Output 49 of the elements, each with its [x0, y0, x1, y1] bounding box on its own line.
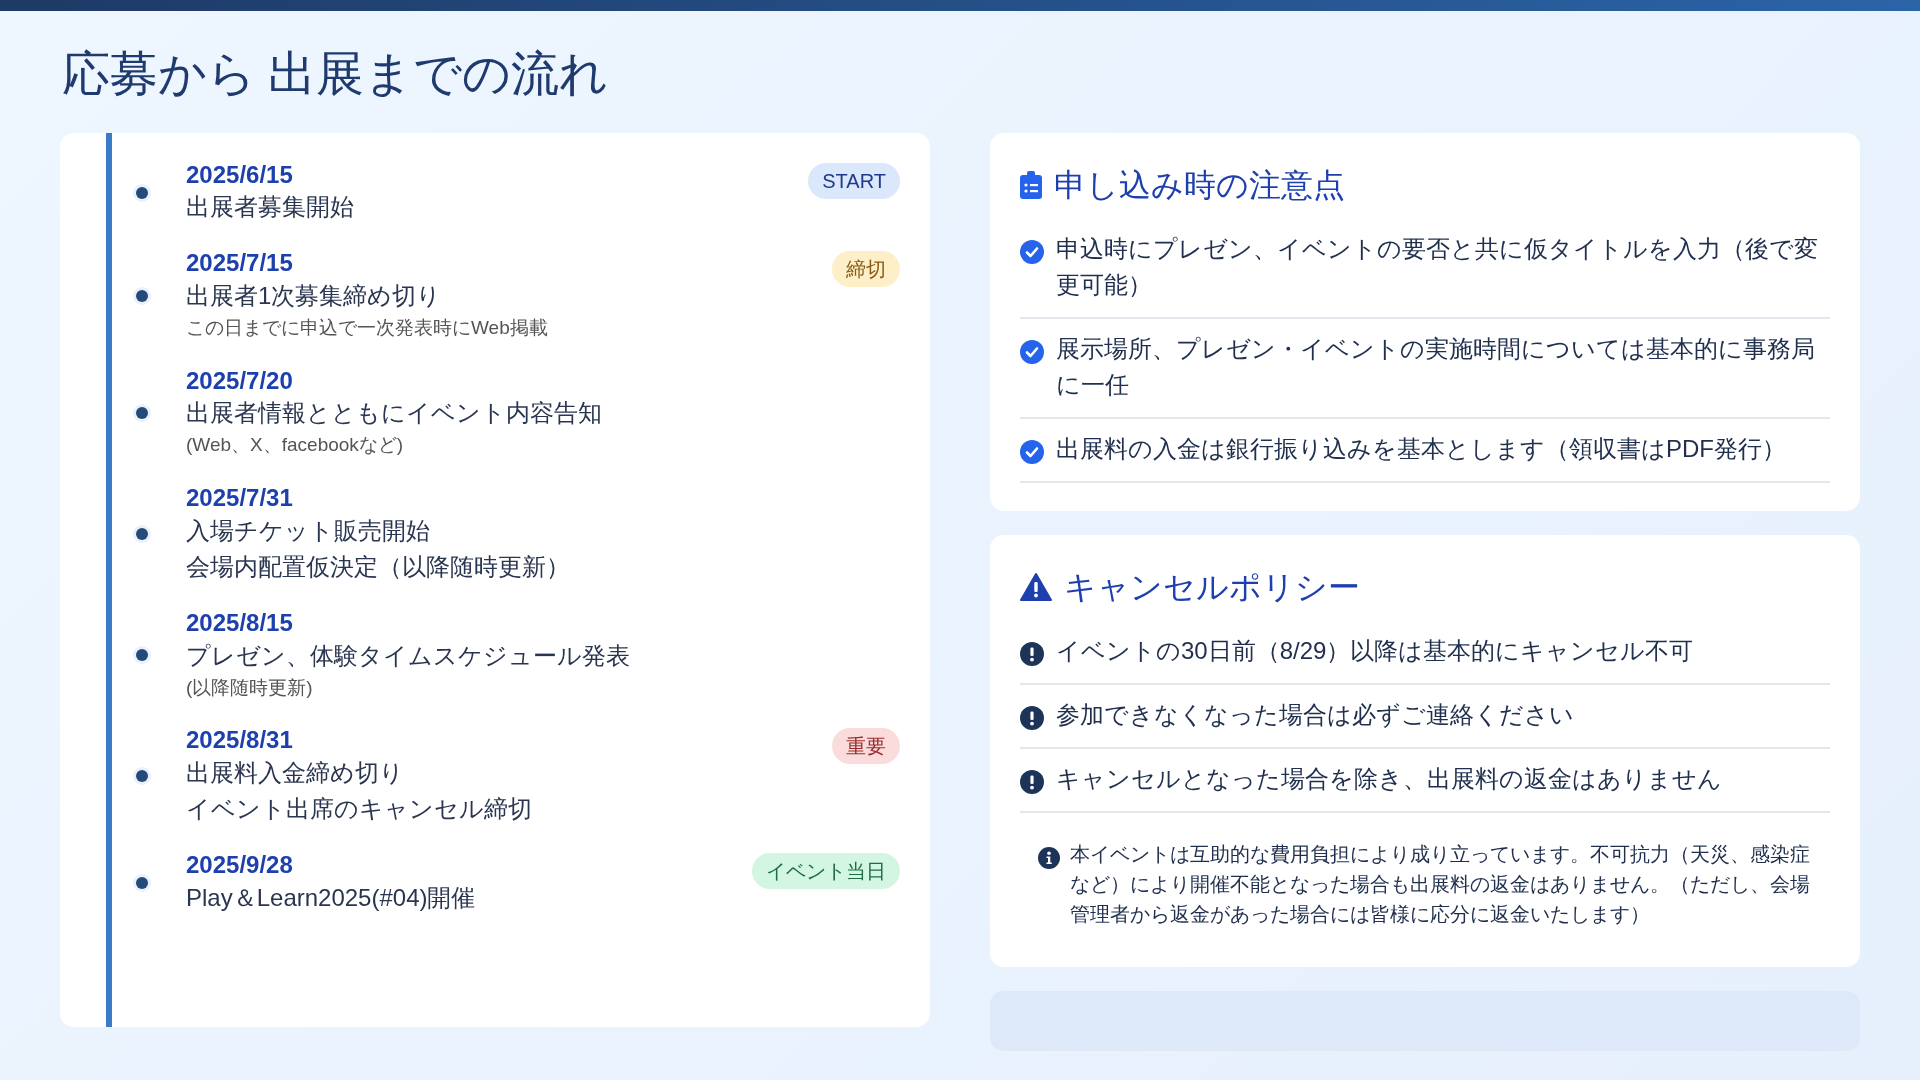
note-text: この日までに申込で一次発表時にWeb掲載	[186, 316, 549, 341]
milestone-text: 出展者募集開始	[186, 192, 355, 223]
date-text: 2025/7/15	[186, 249, 294, 279]
note-text: (以降随時更新)	[186, 675, 314, 700]
note-text: (Web、X、facebookなど)	[186, 433, 405, 458]
notice-text: 出展料の入金は銀行振り込みを基本とします（領収書はPDF発行）	[1056, 433, 1786, 464]
milestone-text: 出展者1次募集締め切り	[186, 281, 443, 312]
date-text: 2025/9/28	[186, 850, 294, 880]
milestone-text: イベント出席のキャンセル締切	[186, 793, 533, 824]
milestone-text: プレゼン、体験タイムスケジュール発表	[186, 640, 631, 671]
timeline-dot	[136, 770, 148, 783]
exclamation-circle-icon	[1020, 769, 1044, 794]
exclamation-circle-icon	[1020, 641, 1044, 666]
check-circle-icon	[1020, 239, 1044, 264]
date-text: 2025/7/31	[186, 484, 294, 513]
notice-text: 申込時にプレゼン、イベントの要否と共に仮タイトルを入力（後で変更可能）	[1056, 233, 1819, 300]
milestone-text: Play＆Learn2025(#04)開催	[186, 882, 477, 913]
info-text: 本イベントは互助的な費用負担により成り立っています。不可抗力（天災、感染症など）により開催不能となった場合も出展料の返金はありません。（ただし、会場管理者から返金があった場合には皆様に応分に返金いたします）	[1070, 841, 1810, 927]
panel-heading: キャンセルポリシー	[1064, 567, 1360, 607]
info-circle-icon	[1038, 846, 1060, 869]
milestone-text: 会場内配置仮決定（以降随時更新）	[186, 551, 571, 582]
timeline-dot	[136, 877, 148, 890]
timeline-dot	[136, 407, 148, 420]
panel-heading: 申し込み時の注意点	[1054, 165, 1345, 205]
timeline-dot	[136, 290, 148, 303]
notice-text: イベントの30日前（8/29）以降は基本的にキャンセル不可	[1056, 635, 1694, 666]
page-title: 応募から 出展までの流れ	[62, 46, 609, 102]
date-text: 2025/6/15	[186, 160, 294, 190]
milestone-text: 出展料入金締め切り	[186, 757, 405, 788]
milestone-text: 出展者情報とともにイベント内容告知	[186, 398, 603, 429]
exclamation-circle-icon	[1020, 705, 1044, 730]
date-text: 2025/8/31	[186, 726, 294, 755]
timeline-dot	[136, 649, 148, 662]
check-circle-icon	[1020, 439, 1044, 464]
date-text: 2025/8/15	[186, 608, 294, 638]
date-text: 2025/7/20	[186, 366, 294, 396]
check-circle-icon	[1020, 339, 1044, 364]
status-tag: START	[808, 162, 900, 199]
status-tag: 締切	[832, 251, 900, 288]
status-tag: イベント当日	[752, 852, 900, 889]
warning-icon	[1020, 572, 1052, 601]
timeline-dot	[136, 528, 148, 541]
notice-text: キャンセルとなった場合を除き、出展料の返金はありません	[1056, 763, 1722, 794]
milestone-text: 入場チケット販売開始	[186, 515, 431, 546]
notice-text: 展示場所、プレゼン・イベントの実施時間については基本的に事務局に一任	[1056, 333, 1816, 400]
timeline-dot	[136, 187, 148, 199]
clipboard-icon	[1020, 170, 1042, 199]
status-tag: 重要	[832, 728, 900, 765]
notice-text: 参加できなくなった場合は必ずご連絡ください	[1056, 699, 1574, 730]
